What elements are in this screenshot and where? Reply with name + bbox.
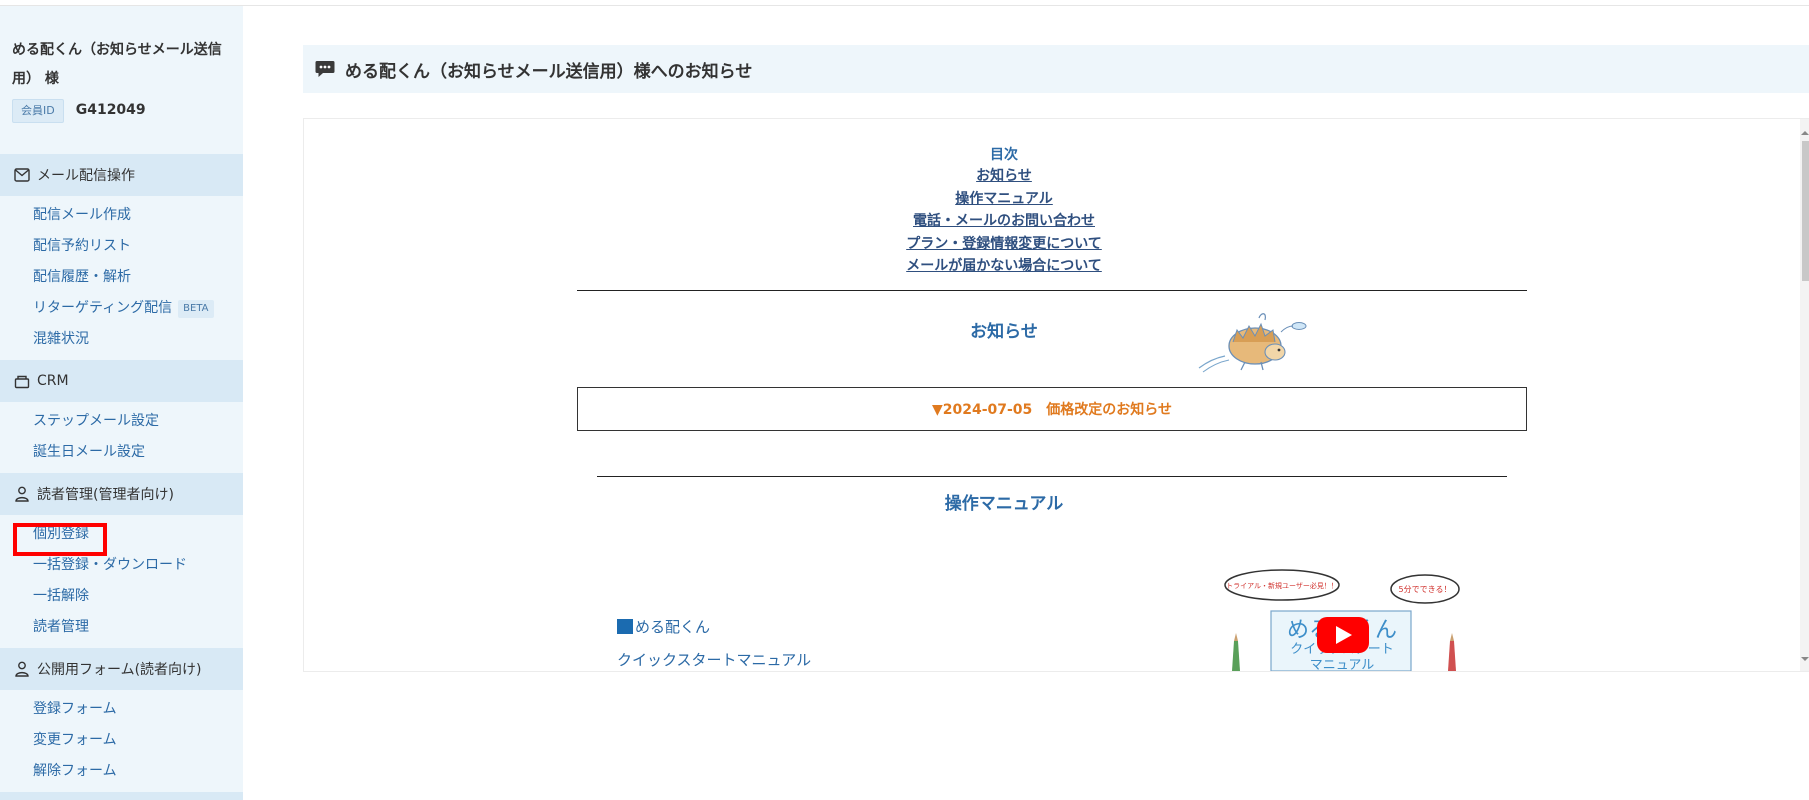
manual-heading: 操作マニュアル [944,494,1064,514]
sidebar-item-label: リターゲティング配信 [33,300,173,316]
sidebar-item-birthday-mail[interactable]: 誕生日メール設定 [33,442,145,462]
top-border [0,0,1809,6]
scroll-down-arrow-icon[interactable] [1801,657,1809,661]
crm-box-icon [13,372,31,390]
sidebar-item-congestion[interactable]: 混雑状況 [33,329,89,349]
toc-link-plan-change[interactable]: プラン・登録情報変更について [304,233,1704,256]
toc-title[interactable]: 目次 [304,145,1704,165]
sidebar-item-bulk-register[interactable]: 一括登録・ダウンロード [33,555,187,575]
scrollbar-thumb[interactable] [1802,141,1809,281]
table-of-contents: 目次 お知らせ 操作マニュアル 電話・メールのお問い合わせ プラン・登録情報変更… [304,145,1704,278]
sidebar-section-label: メール配信操作 [37,168,135,184]
sidebar-item-reader-management[interactable]: 読者管理 [33,617,89,637]
notice-link-price-revision[interactable]: ▼2024-07-05 価格改定のお知らせ [932,399,1172,419]
notice-box: ▼2024-07-05 価格改定のお知らせ [577,387,1527,431]
announcement-panel: 目次 お知らせ 操作マニュアル 電話・メールのお問い合わせ プラン・登録情報変更… [303,118,1809,672]
sidebar-section-next [0,792,243,800]
sidebar-section-label: 公開用フォーム(読者向け) [37,662,202,678]
sidebar-item-scheduled[interactable]: 配信予約リスト [33,236,131,256]
divider [597,476,1507,477]
sidebar-section-reader-admin[interactable]: 読者管理(管理者向け) [0,473,243,515]
sidebar-item-compose[interactable]: 配信メール作成 [33,205,131,225]
sidebar-section-public-forms[interactable]: 公開用フォーム(読者向け) [0,648,243,690]
notices-heading: お知らせ [970,322,1038,342]
mail-icon [13,166,31,184]
video-play-icon [617,619,633,634]
sidebar-item-history[interactable]: 配信履歴・解析 [33,267,131,287]
sidebar-section-label: 読者管理(管理者向け) [37,487,174,503]
video-thumbnail-art: める配くん クイックスタート マニュアル トライアル・新規ユーザー必見！！ 5分… [1222,567,1466,671]
manual-link-merukun[interactable]: める配くん [617,616,710,637]
manual-link-label: める配くん [635,618,711,636]
sidebar-item-bulk-cancel[interactable]: 一括解除 [33,586,89,606]
thumb-bubble-right: 5分でできる！ [1399,585,1452,594]
page-title: める配くん（お知らせメール送信用）様へのお知らせ [345,61,753,82]
member-id: G412049 [75,102,146,118]
beta-badge: BETA [178,300,214,318]
scrollbar[interactable] [1800,119,1809,671]
sidebar-item-change-form[interactable]: 変更フォーム [33,730,117,750]
member-row: 会員ID G412049 [12,96,231,125]
announcement-header: める配くん（お知らせメール送信用）様へのお知らせ [303,45,1809,93]
toc-link-notices[interactable]: お知らせ [304,165,1704,188]
toc-link-contact[interactable]: 電話・メールのお問い合わせ [304,210,1704,233]
sidebar-item-register-form[interactable]: 登録フォーム [33,699,117,719]
toc-link-manual[interactable]: 操作マニュアル [304,188,1704,211]
sidebar-item-cancel-form[interactable]: 解除フォーム [33,761,117,781]
account-name: める配くん（お知らせメール送信用） 様 [12,42,222,87]
scroll-up-arrow-icon[interactable] [1801,131,1809,135]
hedgehog-mascot-icon [1197,312,1307,378]
sidebar-section-label: CRM [37,373,69,389]
account-info: める配くん（お知らせメール送信用） 様 会員ID G412049 [0,6,243,125]
sidebar-section-crm[interactable]: CRM [0,360,243,402]
video-thumbnail[interactable]: める配くん クイックスタート マニュアル トライアル・新規ユーザー必見！！ 5分… [1222,567,1466,671]
manual-link-quickstart[interactable]: クイックスタートマニュアル [617,649,811,670]
user-icon [13,485,31,503]
sidebar: める配くん（お知らせメール送信用） 様 会員ID G412049 メール配信操作… [0,6,243,800]
user-icon [13,660,31,678]
highlight-box [13,523,107,556]
thumb-bubble-left: トライアル・新規ユーザー必見！！ [1226,581,1338,590]
member-id-label: 会員ID [12,98,64,123]
sidebar-item-step-mail[interactable]: ステップメール設定 [33,411,159,431]
thumb-subtitle-2: マニュアル [1310,658,1375,671]
divider [577,290,1527,291]
toc-link-mail-not-delivered[interactable]: メールが届かない場合について [304,255,1704,278]
chat-bubble-icon [315,60,335,78]
sidebar-item-retargeting[interactable]: リターゲティング配信 BETA [33,298,214,318]
sidebar-section-mail[interactable]: メール配信操作 [0,154,243,196]
